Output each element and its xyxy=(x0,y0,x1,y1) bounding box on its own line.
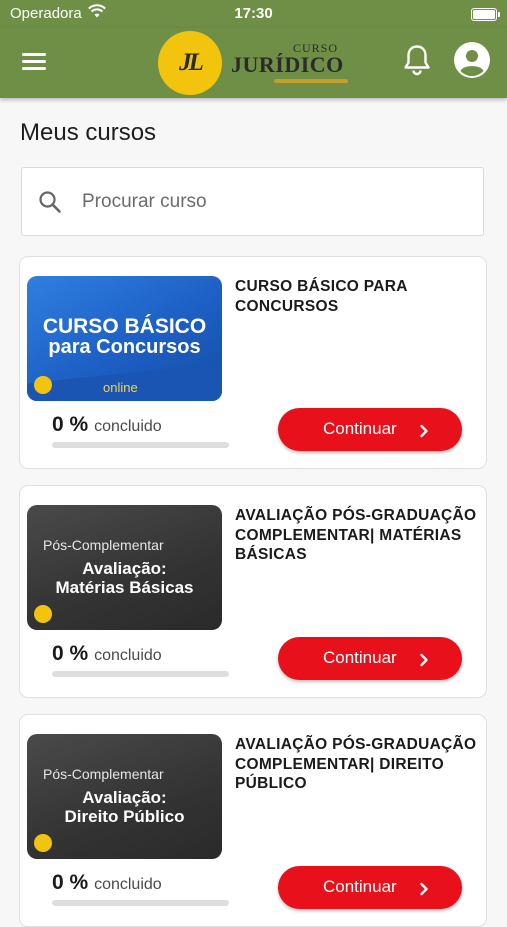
menu-icon[interactable] xyxy=(22,51,48,73)
course-thumbnail[interactable]: Pós-Complementar Avaliação: Direito Públ… xyxy=(27,734,222,859)
search-box[interactable] xyxy=(21,167,484,236)
course-title: AVALIAÇÃO PÓS-GRADUAÇÃO COMPLEMENTAR| DI… xyxy=(235,736,477,792)
continue-label: Continuar xyxy=(323,648,397,667)
logo-badge-icon xyxy=(34,376,52,394)
logo-juridico: JURÍDICO xyxy=(231,52,344,77)
progress-value: 0 xyxy=(52,871,64,894)
progress-text: 0 % concluido xyxy=(52,413,162,437)
progress-label: concluido xyxy=(94,647,162,664)
course-card: CURSO BÁSICO para Concursos online CURSO… xyxy=(19,256,487,469)
brand-logo: JL CURSO JURÍDICO xyxy=(158,28,353,96)
course-thumbnail[interactable]: CURSO BÁSICO para Concursos online xyxy=(27,276,222,401)
battery-icon xyxy=(471,8,500,21)
logo-tagline xyxy=(274,79,348,83)
thumb-tag: online xyxy=(103,380,138,395)
progress-bar xyxy=(52,900,229,906)
course-card: Pós-Complementar Avaliação: Direito Públ… xyxy=(19,714,487,927)
continue-label: Continuar xyxy=(323,877,397,896)
progress-unit: % xyxy=(69,642,89,665)
continue-button[interactable]: Continuar xyxy=(278,408,462,451)
logo-badge-icon xyxy=(34,834,52,852)
chevron-right-icon xyxy=(420,653,428,667)
progress-value: 0 xyxy=(52,642,64,665)
progress-bar xyxy=(52,442,229,448)
status-bar: Operadora 17:30 xyxy=(0,0,507,28)
account-icon[interactable] xyxy=(454,42,490,83)
chevron-right-icon xyxy=(420,424,428,438)
page-title: Meus cursos xyxy=(20,119,157,146)
continue-label: Continuar xyxy=(323,419,397,438)
thumb-line1: Avaliação: xyxy=(82,559,167,578)
thumb-subtitle: Pós-Complementar xyxy=(43,766,164,782)
progress-text: 0 % concluido xyxy=(52,642,162,666)
course-title: CURSO BÁSICO PARA CONCURSOS xyxy=(235,278,408,315)
search-icon xyxy=(39,191,61,213)
thumb-line2: Direito Público xyxy=(64,807,185,826)
progress-label: concluido xyxy=(94,876,162,893)
course-thumbnail[interactable]: Pós-Complementar Avaliação: Matérias Bás… xyxy=(27,505,222,630)
chevron-right-icon xyxy=(420,882,428,896)
course-card: Pós-Complementar Avaliação: Matérias Bás… xyxy=(19,485,487,698)
thumb-line2: para Concursos xyxy=(48,336,201,358)
progress-label: concluido xyxy=(94,418,162,435)
thumb-line2: Matérias Básicas xyxy=(55,578,194,597)
continue-button[interactable]: Continuar xyxy=(278,866,462,909)
course-title: AVALIAÇÃO PÓS-GRADUAÇÃO COMPLEMENTAR| MA… xyxy=(235,507,477,563)
app-header: JL CURSO JURÍDICO xyxy=(0,28,507,98)
logo-mark: JL xyxy=(179,49,204,76)
logo-badge-icon xyxy=(34,605,52,623)
continue-button[interactable]: Continuar xyxy=(278,637,462,680)
search-input[interactable] xyxy=(80,186,464,218)
progress-unit: % xyxy=(69,871,89,894)
thumb-line1: Avaliação: xyxy=(82,788,167,807)
bell-icon[interactable] xyxy=(403,44,431,81)
clock: 17:30 xyxy=(234,5,273,22)
progress-unit: % xyxy=(69,413,89,436)
thumb-subtitle: Pós-Complementar xyxy=(43,537,164,553)
progress-text: 0 % concluido xyxy=(52,871,162,895)
progress-bar xyxy=(52,671,229,677)
progress-value: 0 xyxy=(52,413,64,436)
